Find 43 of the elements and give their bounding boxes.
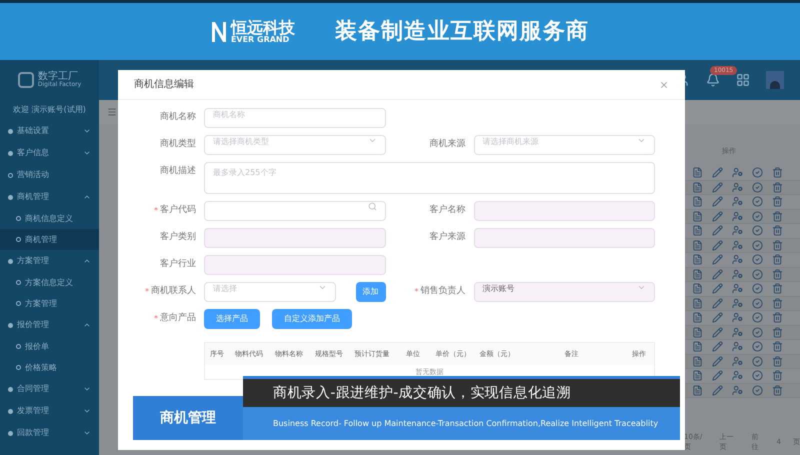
logo-name: 恒远科技 (230, 20, 295, 36)
field-label: 客户来源 (430, 231, 466, 244)
submenu-item[interactable]: 方案信息定义 (0, 272, 99, 293)
field-label: 商机名称 (160, 111, 196, 124)
menu-item[interactable]: 基础设置 (0, 120, 99, 142)
menu-item[interactable]: 发票管理 (0, 400, 99, 422)
field-label: 意向产品 (160, 312, 196, 326)
slogan: 装备制造业互联网服务商 (334, 18, 590, 46)
field-label: 客户行业 (160, 258, 196, 272)
menu-item[interactable]: 回款管理 (0, 422, 99, 444)
menu-item[interactable]: 方案管理 (0, 250, 99, 272)
submenu-item[interactable]: 价格策略 (0, 357, 99, 378)
submenu-item[interactable]: 商机信息定义 (0, 208, 99, 229)
field-label: 客户代码 (160, 204, 196, 218)
submenu-item[interactable]: 报价单 (0, 336, 99, 357)
add-product-button[interactable]: 选择产品 (204, 309, 260, 329)
caption-title-bar: 商机录入-跟进维护-成交确认，实现信息化追溯 (243, 376, 680, 407)
menu-item[interactable]: 合同管理 (0, 378, 99, 400)
submenu-item[interactable]: 商机管理 (0, 229, 99, 250)
logo-subtitle: EVER GRAND (230, 36, 290, 44)
add-button[interactable]: 添加 (356, 282, 386, 302)
caption-subtitle-bar: Business Record- Follow up Maintenance-Transaction Confirmation,Realize Intelligent Traceablity (243, 407, 680, 440)
required-mark: * (145, 286, 149, 298)
menu-item[interactable]: 报价管理 (0, 314, 99, 336)
menu-item[interactable]: 客户信息 (0, 142, 99, 164)
app-name: 数字工厂 (38, 72, 78, 82)
dialog-title: 商机信息编辑 (134, 78, 194, 92)
caption-tag: 商机管理 (133, 396, 243, 440)
welcome-text: 欢迎 演示账号(试用) (12, 104, 87, 116)
submenu-item[interactable]: 方案管理 (0, 293, 99, 314)
field-label: 销售负责人 (420, 285, 466, 298)
required-mark: * (154, 205, 158, 217)
field-label: 商机类型 (160, 138, 196, 152)
field-label: 商机联系人 (151, 285, 196, 298)
required-mark: * (414, 286, 418, 298)
field-label: 客户名称 (430, 204, 466, 218)
field-label: 商机来源 (430, 138, 466, 152)
add-product-button[interactable]: 自定义添加产品 (272, 309, 352, 329)
field-label: 客户类别 (160, 231, 196, 244)
required-mark: * (154, 313, 158, 325)
menu-item[interactable]: 商机管理 (0, 186, 99, 208)
menu-item[interactable]: 营销活动 (0, 164, 99, 186)
field-label: 商机描述 (160, 165, 196, 178)
